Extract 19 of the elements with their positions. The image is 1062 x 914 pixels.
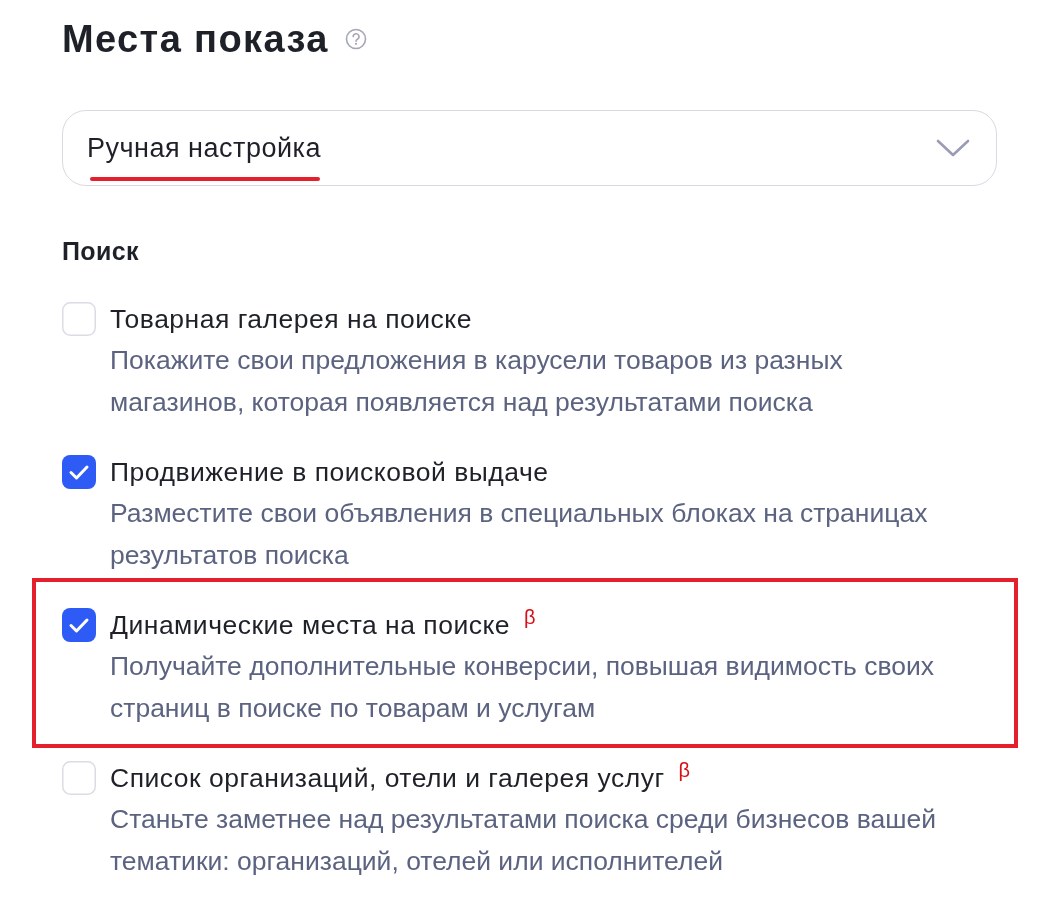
option-description: Получайте дополнительные конверсии, повышая видимость своих страниц в поиске по товарам и услугам — [110, 650, 936, 725]
help-icon[interactable] — [344, 28, 367, 50]
option-label[interactable]: Список организаций, отели и галерея услуг — [110, 758, 665, 798]
section-heading: Поиск — [62, 236, 141, 266]
placement-dropdown[interactable]: Ручная настройка — [62, 110, 997, 186]
chevron-down-icon — [936, 139, 970, 157]
checkbox[interactable] — [62, 302, 96, 336]
option-label[interactable]: Продвижение в поисковой выдаче — [110, 452, 549, 492]
option-label[interactable]: Динамические места на поиске — [110, 605, 511, 645]
option-description: Станьте заметнее над результатами поиска среди бизнесов вашей тематики: организаций, отелей или исполнителей — [110, 803, 938, 878]
checkbox[interactable] — [62, 608, 96, 642]
page-title: Места показа — [62, 17, 329, 62]
beta-label: β — [678, 760, 691, 780]
option-label[interactable]: Товарная галерея на поиске — [110, 299, 472, 339]
option-description: Покажите свои предложения в карусели товаров из разных магазинов, которая появляется над результатами поиска — [110, 344, 844, 419]
option-description: Разместите свои объявления в специальных блоках на страницах результатов поиска — [110, 497, 929, 572]
checkbox[interactable] — [62, 761, 96, 795]
beta-label: β — [524, 607, 536, 627]
checkbox[interactable] — [62, 455, 96, 489]
